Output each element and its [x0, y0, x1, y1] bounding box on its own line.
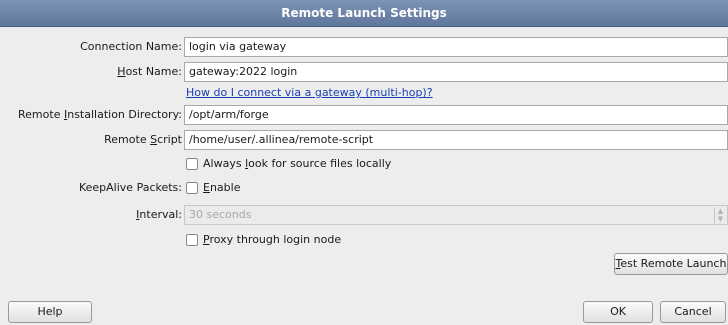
- connection-name-field[interactable]: login via gateway: [184, 37, 728, 57]
- window-title: Remote Launch Settings: [0, 0, 728, 27]
- host-name-field[interactable]: gateway:2022 login: [184, 62, 728, 82]
- keepalive-label: KeepAlive Packets:: [78, 181, 182, 194]
- always-look-locally-checkbox[interactable]: [186, 158, 198, 170]
- remote-script-field[interactable]: /home/user/.allinea/remote-script: [184, 130, 728, 150]
- always-look-locally-label: Always look for source files locally: [203, 157, 392, 170]
- remote-install-dir-label: Remote Installation Directory:: [18, 108, 182, 121]
- cancel-button[interactable]: Cancel: [660, 301, 726, 323]
- proxy-checkbox[interactable]: [186, 234, 198, 246]
- host-name-label: Host Name:: [117, 65, 182, 78]
- gateway-help-link[interactable]: How do I connect via a gateway (multi-ho…: [186, 85, 433, 101]
- help-button[interactable]: Help: [8, 301, 92, 323]
- ok-button[interactable]: OK: [583, 301, 653, 323]
- interval-label: Interval:: [136, 208, 182, 221]
- remote-install-dir-field[interactable]: /opt/arm/forge: [184, 105, 728, 125]
- proxy-label: Proxy through login node: [203, 233, 342, 246]
- keepalive-enable-checkbox[interactable]: [186, 182, 198, 194]
- remote-script-label: Remote Script: [104, 133, 182, 146]
- interval-spin-arrows-icon[interactable]: ▲ ▼: [714, 207, 726, 225]
- connection-name-label: Connection Name:: [80, 40, 182, 53]
- interval-spinbox[interactable]: 30 seconds: [184, 205, 728, 225]
- keepalive-enable-label: Enable: [203, 181, 241, 194]
- test-remote-launch-button[interactable]: Test Remote Launch: [614, 253, 728, 275]
